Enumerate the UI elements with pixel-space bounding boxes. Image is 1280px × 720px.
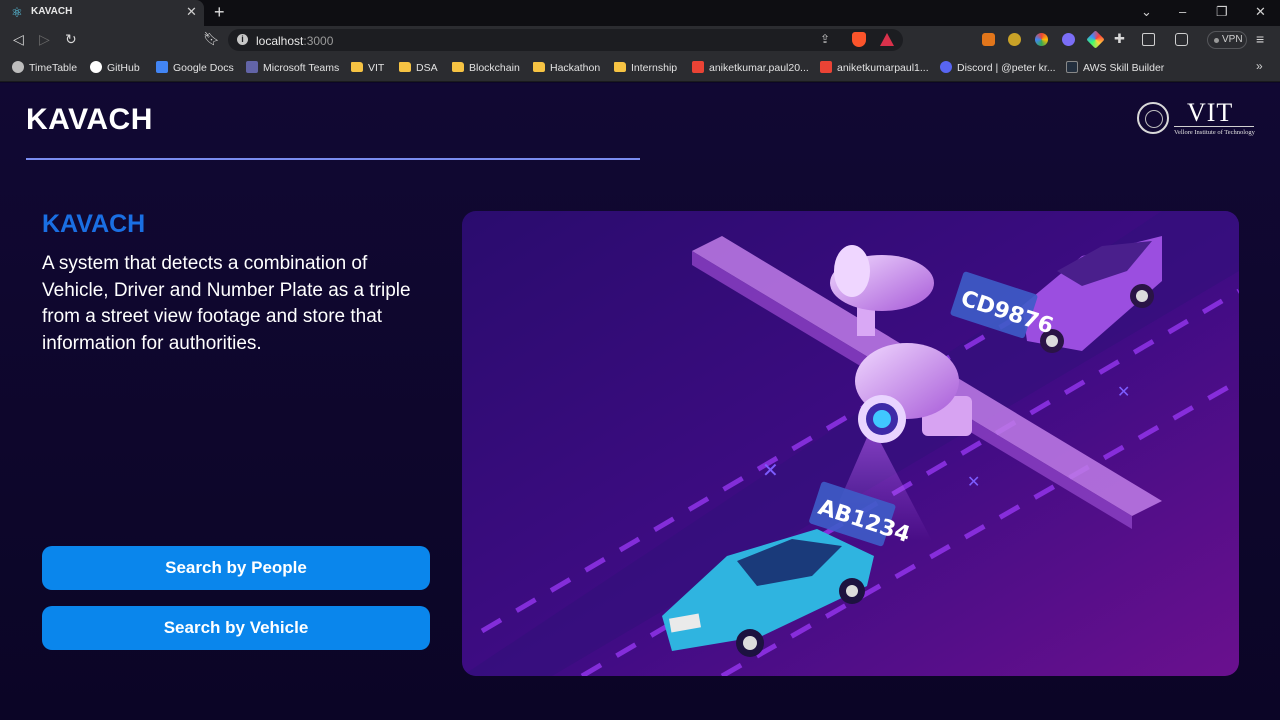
extension-icon[interactable] (1008, 33, 1021, 46)
bookmark-timetable[interactable]: TimeTable (12, 60, 77, 76)
bookmark-github[interactable]: GitHub (90, 60, 140, 76)
vit-logo: VIT Vellore Institute of Technology (1136, 98, 1256, 139)
bookmark-gmail-1[interactable]: aniketkumar.paul20... (692, 60, 809, 76)
bookmark-aws[interactable]: AWS Skill Builder (1066, 60, 1164, 76)
search-by-vehicle-button[interactable]: Search by Vehicle (42, 606, 430, 650)
back-icon[interactable]: ◁ (13, 31, 24, 48)
aws-icon (1066, 61, 1078, 73)
new-tab-button[interactable]: + (214, 2, 225, 23)
surveillance-illustration: ✕ ✕ ✕ CD9876 AB1234 (462, 211, 1239, 676)
folder-icon (533, 62, 545, 72)
tab-search-icon[interactable]: ⌄ (1141, 4, 1152, 20)
maximize-button[interactable]: ❐ (1216, 4, 1228, 20)
bookmarks-overflow-icon[interactable]: » (1256, 59, 1263, 73)
bookmark-discord[interactable]: Discord | @peter kr... (940, 60, 1056, 76)
bookmark-dsa[interactable]: DSA (399, 60, 438, 76)
vpn-button[interactable]: VPN (1207, 31, 1247, 49)
hero-title: KAVACH (42, 210, 146, 238)
bookmark-gmail-2[interactable]: aniketkumarpaul1... (820, 60, 929, 76)
color-picker-icon[interactable] (1086, 30, 1105, 49)
tab-title: KAVACH (31, 6, 73, 17)
bookmarks-bar: TimeTable GitHub Google Docs Microsoft T… (0, 54, 1280, 82)
sparkle-icon: ✕ (1117, 382, 1130, 401)
search-by-people-button[interactable]: Search by People (42, 546, 430, 590)
url-text: localhost:3000 (256, 34, 334, 48)
browser-tab[interactable]: ⚛ KAVACH ✕ (0, 0, 204, 26)
share-icon[interactable]: ⇪ (820, 32, 830, 46)
globe-icon (12, 61, 24, 73)
puzzle-icon[interactable]: ✚ (1114, 31, 1125, 47)
bookmark-internship[interactable]: Internship (614, 60, 677, 76)
metamask-icon[interactable] (982, 33, 995, 46)
bookmark-blockchain[interactable]: Blockchain (452, 60, 520, 76)
bookmark-vit[interactable]: VIT (351, 60, 384, 76)
address-bar[interactable]: i localhost:3000 ⇪ (228, 29, 903, 51)
sparkle-icon: ✕ (967, 472, 980, 491)
folder-icon (351, 62, 363, 72)
page-content: KAVACH VIT Vellore Institute of Technolo… (0, 83, 1280, 720)
reload-icon[interactable]: ↻ (65, 31, 77, 48)
browser-toolbar: ◁ ▷ ↻ 🔖︎ i localhost:3000 ⇪ ✚ VPN ≡ (0, 26, 1280, 54)
wallet-icon[interactable] (1175, 33, 1188, 46)
gmail-icon (820, 61, 832, 73)
close-tab-icon[interactable]: ✕ (186, 4, 197, 20)
gmail-icon (692, 61, 704, 73)
folder-icon (399, 62, 411, 72)
forward-icon[interactable]: ▷ (39, 31, 50, 48)
brave-rewards-icon[interactable] (880, 33, 894, 46)
vit-logo-rule (1174, 126, 1254, 127)
vit-logo-text: VIT (1187, 98, 1234, 127)
bookmark-microsoft-teams[interactable]: Microsoft Teams (246, 60, 339, 76)
extension-icon[interactable] (1062, 33, 1075, 46)
sidebar-icon[interactable] (1142, 33, 1155, 46)
github-icon (90, 61, 102, 73)
brand-title: KAVACH (26, 103, 153, 136)
react-icon: ⚛ (11, 5, 23, 20)
teams-icon (246, 61, 258, 73)
folder-icon (614, 62, 626, 72)
illustration-svg: ✕ ✕ ✕ CD9876 AB1234 (462, 211, 1239, 676)
folder-icon (452, 62, 464, 72)
vit-seal-icon (1137, 102, 1169, 134)
bookmark-hackathon[interactable]: Hackathon (533, 60, 600, 76)
hero-description: A system that detects a combination of V… (42, 253, 411, 354)
sparkle-icon: ✕ (762, 458, 779, 482)
menu-icon[interactable]: ≡ (1256, 31, 1264, 47)
browser-tab-strip: ⚛ KAVACH ✕ + ⌄ – ❐ ✕ (0, 0, 1280, 26)
bookmark-icon[interactable]: 🔖︎ (203, 31, 220, 47)
vit-logo-subtitle: Vellore Institute of Technology (1174, 129, 1255, 136)
discord-icon (940, 61, 952, 73)
bookmark-google-docs[interactable]: Google Docs (156, 60, 234, 76)
minimize-button[interactable]: – (1179, 4, 1186, 19)
header-divider (26, 158, 640, 160)
close-window-button[interactable]: ✕ (1255, 4, 1266, 20)
site-info-icon[interactable]: i (237, 34, 248, 45)
docs-icon (156, 61, 168, 73)
brave-shields-icon[interactable] (852, 32, 866, 47)
chrome-extension-icon[interactable] (1035, 33, 1048, 46)
